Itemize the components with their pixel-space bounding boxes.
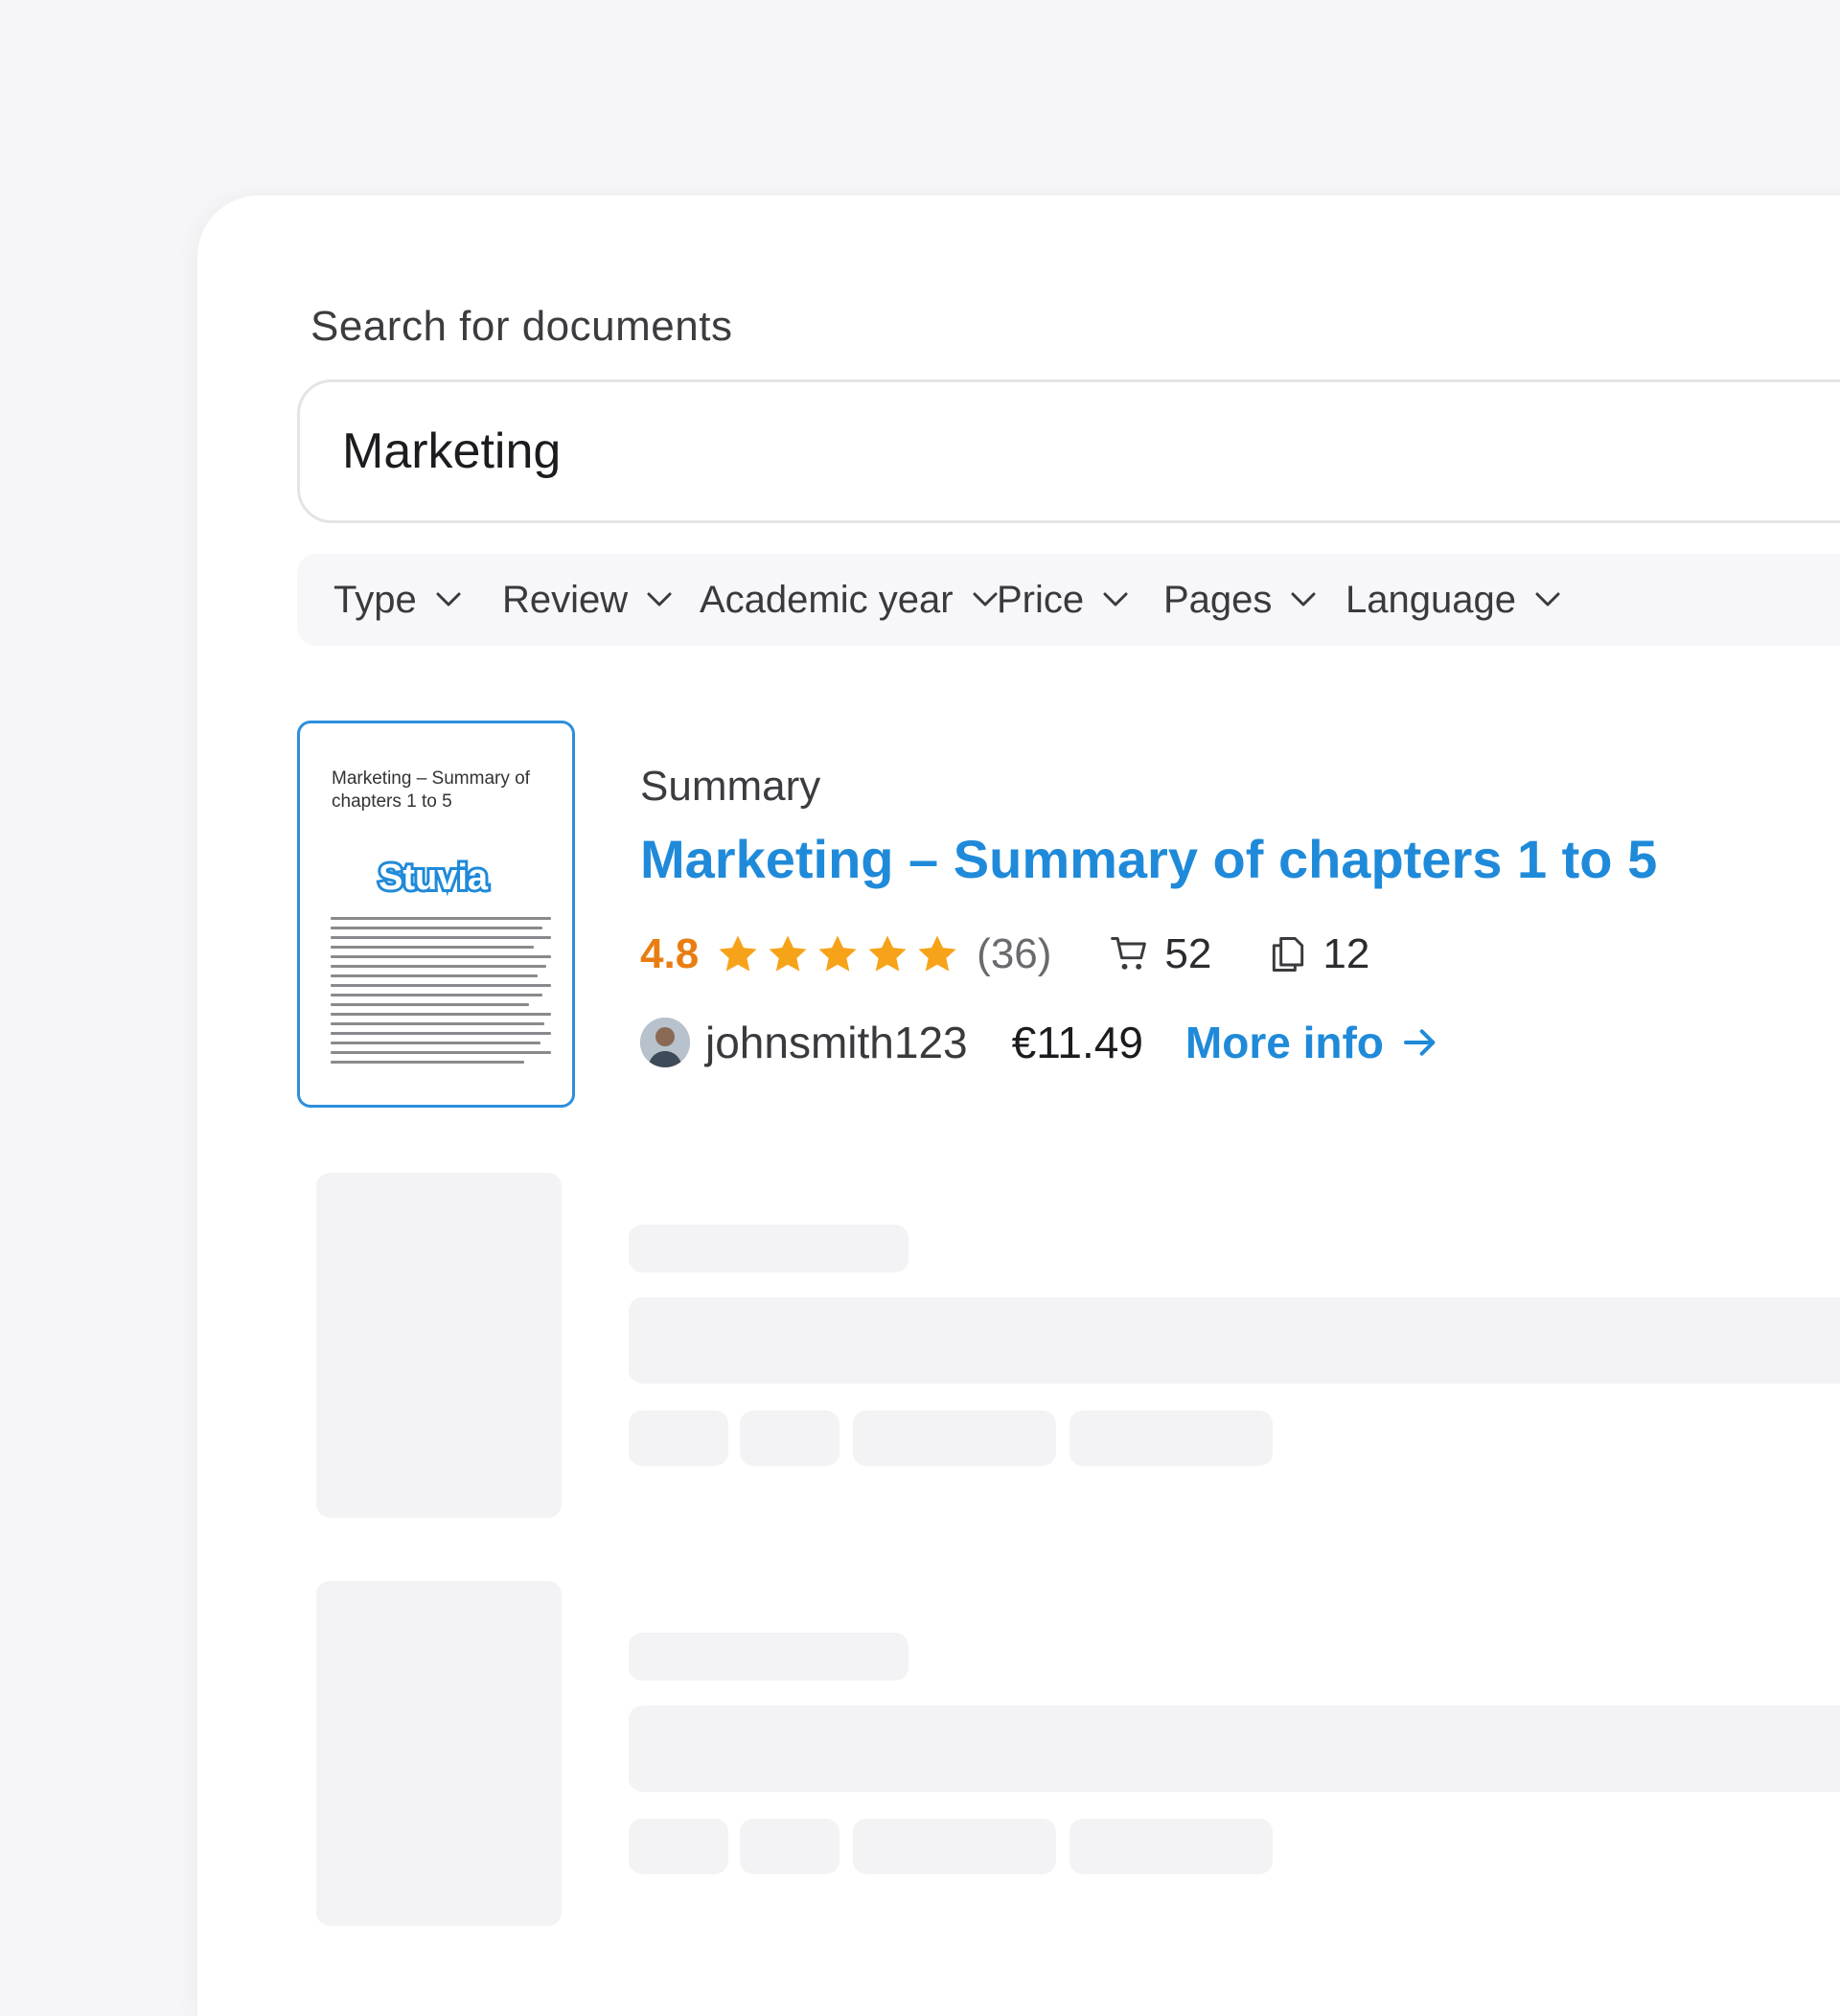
skeleton-chip <box>1070 1819 1273 1874</box>
skeleton-chip <box>629 1819 728 1874</box>
document-title-link[interactable]: Marketing – Summary of chapters 1 to 5 <box>640 828 1657 890</box>
pages-value: 12 <box>1322 930 1370 977</box>
skeleton-chip <box>853 1819 1056 1874</box>
filter-pages[interactable]: Pages <box>1163 554 1316 646</box>
document-thumbnail[interactable]: Marketing – Summary of chapters 1 to 5 S… <box>297 721 575 1108</box>
filter-label: Language <box>1346 578 1516 621</box>
chevron-down-icon <box>1535 592 1560 607</box>
filter-type[interactable]: Type <box>334 554 461 646</box>
search-results-card: Search for documents Marketing Type Revi… <box>197 195 1840 2016</box>
skeleton-thumbnail <box>316 1581 562 1926</box>
skeleton-chip <box>740 1410 840 1466</box>
document-type: Summary <box>640 763 821 810</box>
filter-price[interactable]: Price <box>997 554 1128 646</box>
document-footer: johnsmith123 €11.49 More info <box>640 1008 1439 1077</box>
filter-academic-year[interactable]: Academic year <box>700 554 998 646</box>
document-meta: 4.8 (36) 52 12 <box>640 924 1425 985</box>
star-icon <box>769 935 807 972</box>
chevron-down-icon <box>436 592 461 607</box>
chevron-down-icon <box>647 592 672 607</box>
rating-value: 4.8 <box>640 930 700 977</box>
search-label: Search for documents <box>310 303 733 350</box>
filter-bar: Type Review Academic year Price Pages La… <box>297 554 1840 646</box>
arrow-right-icon <box>1403 1029 1436 1056</box>
filter-language[interactable]: Language <box>1346 554 1560 646</box>
svg-text:Stuvia: Stuvia <box>379 858 489 898</box>
pages-icon <box>1273 937 1304 972</box>
skeleton-chip <box>629 1410 728 1466</box>
filter-label: Academic year <box>700 578 954 621</box>
page-count: 12 <box>1267 930 1369 978</box>
search-input-value[interactable]: Marketing <box>342 382 561 520</box>
author-name[interactable]: johnsmith123 <box>705 1017 968 1068</box>
skeleton-line <box>629 1297 1840 1384</box>
filter-label: Review <box>502 578 629 621</box>
skeleton-line <box>629 1633 908 1681</box>
star-icon <box>818 935 857 972</box>
sales-count: 52 <box>1109 930 1211 978</box>
thumbnail-title: Marketing – Summary of chapters 1 to 5 <box>332 768 530 812</box>
skeleton-line <box>629 1706 1840 1792</box>
stuvia-logo: Stuvia <box>376 856 492 898</box>
skeleton-chip <box>1070 1410 1273 1466</box>
thumbnail-text-lines <box>331 917 551 1070</box>
rating-stars <box>716 932 959 976</box>
skeleton-line <box>629 1225 908 1272</box>
star-icon <box>868 935 907 972</box>
sales-value: 52 <box>1164 930 1212 977</box>
user-avatar-icon <box>640 1018 690 1067</box>
skeleton-chip <box>740 1819 840 1874</box>
chevron-down-icon <box>1103 592 1128 607</box>
filter-label: Price <box>997 578 1085 621</box>
filter-label: Pages <box>1163 578 1273 621</box>
search-input[interactable]: Marketing <box>297 379 1840 523</box>
filter-review[interactable]: Review <box>502 554 672 646</box>
star-icon <box>719 935 757 972</box>
review-count: (36) <box>977 930 1052 977</box>
more-info-label: More info <box>1184 1018 1384 1067</box>
skeleton-thumbnail <box>316 1173 562 1518</box>
more-info-link[interactable]: More info <box>1185 1017 1439 1068</box>
filter-label: Type <box>334 578 417 621</box>
chevron-down-icon <box>973 592 998 607</box>
document-price: €11.49 <box>1011 1018 1143 1067</box>
avatar[interactable] <box>640 1018 690 1067</box>
chevron-down-icon <box>1291 592 1316 607</box>
star-icon <box>918 935 956 972</box>
skeleton-chip <box>853 1410 1056 1466</box>
cart-icon <box>1111 937 1147 970</box>
